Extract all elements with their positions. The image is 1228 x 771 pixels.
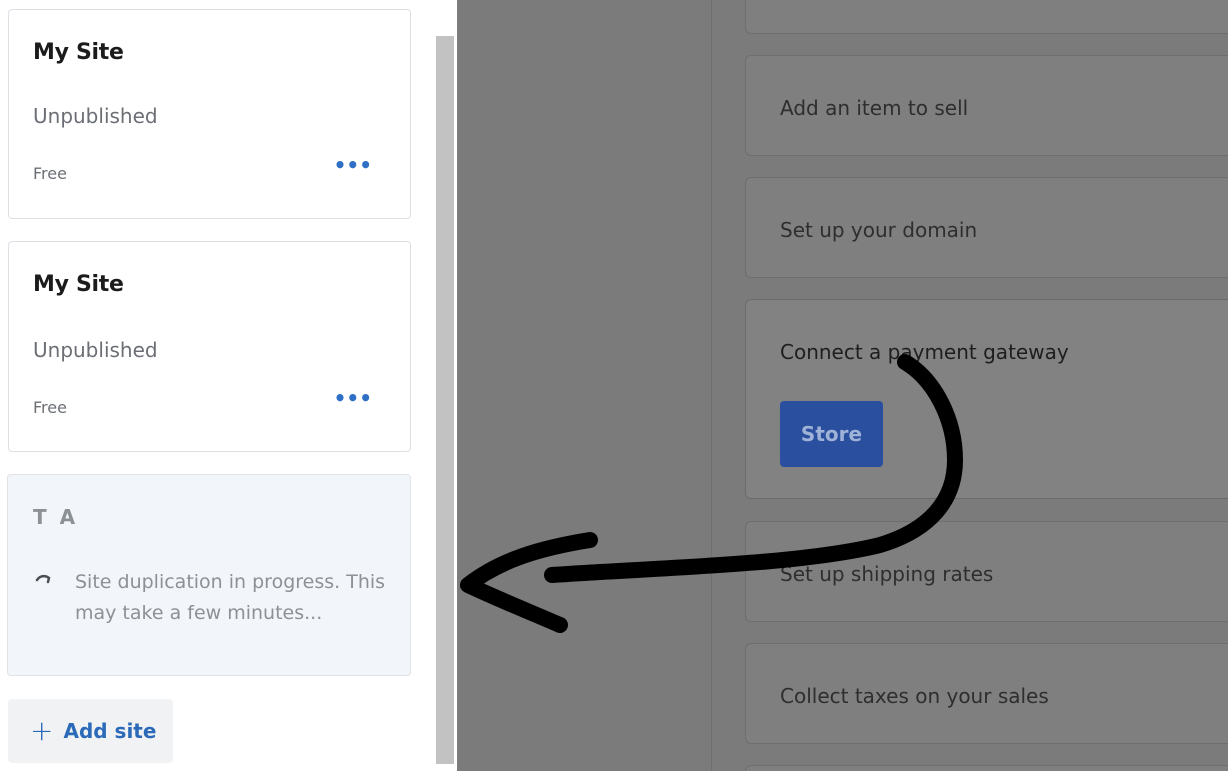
task-card-payment-gateway[interactable]: Connect a payment gateway Store	[745, 299, 1228, 499]
site-title: My Site	[33, 272, 124, 297]
more-options-icon[interactable]: •••	[334, 155, 372, 175]
task-card-partial	[745, 765, 1228, 771]
site-status: Unpublished	[33, 104, 158, 128]
task-label: Connect a payment gateway	[780, 340, 1069, 364]
site-title: T A	[33, 505, 79, 529]
task-card-add-item[interactable]: Add an item to sell	[745, 55, 1228, 156]
duplicating-site-card: T A Site duplication in progress. This m…	[7, 474, 411, 676]
divider	[711, 0, 712, 771]
task-label: Set up shipping rates	[780, 562, 994, 586]
task-label: Collect taxes on your sales	[780, 684, 1049, 708]
store-button[interactable]: Store	[780, 401, 883, 467]
task-card-domain[interactable]: Set up your domain	[745, 177, 1228, 278]
sites-panel: My Site Unpublished Free ••• My Site Unp…	[0, 0, 434, 771]
spinner-icon	[35, 574, 51, 584]
more-options-icon[interactable]: •••	[334, 388, 372, 408]
task-label: Add an item to sell	[780, 96, 969, 120]
site-card[interactable]: My Site Unpublished Free •••	[8, 241, 411, 452]
site-title: My Site	[33, 40, 124, 65]
add-site-label: Add site	[63, 719, 157, 743]
scrollbar-thumb[interactable]	[436, 36, 454, 764]
site-plan: Free	[33, 398, 67, 417]
task-label: Set up your domain	[780, 218, 978, 242]
add-site-button[interactable]: + Add site	[8, 699, 173, 763]
task-card-shipping[interactable]: Set up shipping rates	[745, 521, 1228, 622]
plus-icon: +	[30, 714, 54, 747]
task-card-taxes[interactable]: Collect taxes on your sales	[745, 643, 1228, 744]
site-plan: Free	[33, 164, 67, 183]
task-card-partial	[745, 0, 1228, 34]
site-card[interactable]: My Site Unpublished Free •••	[8, 9, 411, 219]
site-status: Unpublished	[33, 338, 158, 362]
duplication-message: Site duplication in progress. This may t…	[75, 571, 386, 624]
